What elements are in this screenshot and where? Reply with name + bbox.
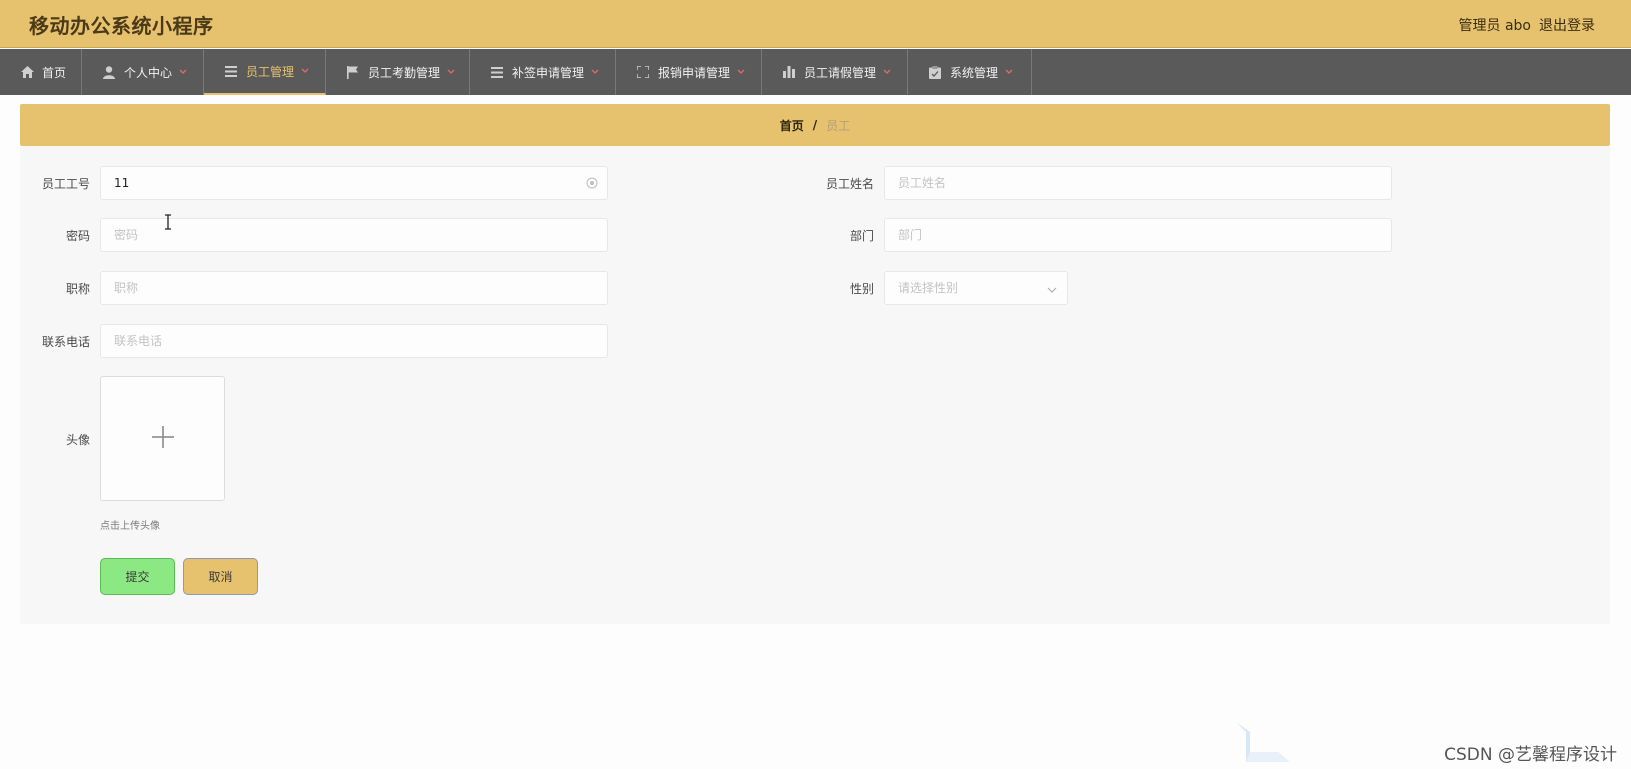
title-input[interactable] [114,272,607,304]
user-icon [102,65,116,79]
clipboard-icon [928,65,942,79]
employee-no-label: 员工工号 [41,177,90,191]
gender-select[interactable] [884,271,1068,305]
chevron-down-icon [1046,284,1058,294]
nav-item-attendance-management[interactable]: 员工考勤管理 [326,49,470,95]
chevron-down-icon [178,67,188,77]
breadcrumb-separator: / [812,118,818,132]
avatar-upload-hint: 点击上传头像 [100,521,160,532]
chevron-down-icon [736,67,746,77]
phone-input[interactable] [114,325,607,357]
nav-label: 系统管理 [950,65,999,80]
app-title: 移动办公系统小程序 [29,14,214,38]
nav-label: 补签申请管理 [512,65,585,80]
nav-label: 个人中心 [124,65,173,80]
employee-name-label: 员工姓名 [825,177,874,191]
breadcrumb: 首页 / 员工 [20,104,1610,146]
nav-item-home[interactable]: 首页 [0,49,82,95]
phone-label: 联系电话 [41,335,90,349]
header-bar: 移动办公系统小程序 管理员 abo 退出登录 [0,0,1631,48]
phone-field[interactable] [100,324,608,358]
watermark-logo-icon [1232,722,1292,766]
breadcrumb-home[interactable]: 首页 [780,117,804,134]
employee-name-field[interactable] [884,166,1392,200]
department-label: 部门 [849,229,874,243]
watermark-text: CSDN @艺馨程序设计 [1444,745,1617,765]
employee-name-input[interactable] [898,167,1391,199]
title-label: 职称 [65,282,90,296]
password-field[interactable] [100,218,608,252]
title-field[interactable] [100,271,608,305]
home-icon [20,65,34,79]
nav-label: 首页 [42,65,67,80]
nav-item-leave-management[interactable]: 员工请假管理 [762,49,908,95]
nav-label: 报销申请管理 [658,65,731,80]
nav-item-employee-management[interactable]: 员工管理 [204,49,326,95]
clear-icon[interactable] [586,177,598,189]
list-icon [490,65,504,79]
chevron-down-icon [446,67,456,77]
current-user: 管理员 abo [1458,18,1531,34]
app-root: 移动办公系统小程序 管理员 abo 退出登录 首页 个人中心 员工管理 员工考勤… [0,0,1631,769]
cancel-button[interactable]: 取消 [183,558,258,595]
password-input[interactable] [114,219,607,251]
chevron-down-icon [590,67,600,77]
nav-item-personal-center[interactable]: 个人中心 [82,49,204,95]
employee-no-field[interactable] [100,166,608,200]
nav-label: 员工管理 [246,64,295,79]
nav-item-system-management[interactable]: 系统管理 [908,49,1032,95]
fullscreen-icon [636,65,650,79]
password-label: 密码 [65,229,90,243]
nav-item-reimbursement-management[interactable]: 报销申请管理 [616,49,762,95]
logout-link[interactable]: 退出登录 [1539,15,1595,35]
bar-chart-icon [782,65,796,79]
nav-item-resign-request-management[interactable]: 补签申请管理 [470,49,616,95]
mouse-ibeam-cursor-icon [163,214,173,230]
chevron-down-icon [882,67,892,77]
main-nav: 首页 个人中心 员工管理 员工考勤管理 补签申请管理 报销申请管理 员工请假管理… [0,49,1631,95]
breadcrumb-current: 员工 [826,118,851,133]
nav-label: 员工请假管理 [804,65,877,80]
nav-label: 员工考勤管理 [368,65,441,80]
list-icon [224,64,238,78]
gender-select-input[interactable] [898,272,1067,304]
department-input[interactable] [898,219,1391,251]
chevron-down-icon [1004,67,1014,77]
avatar-label: 头像 [65,433,90,447]
avatar-upload-box[interactable] [100,376,225,501]
employee-no-input[interactable] [114,167,607,199]
chevron-down-icon [300,66,310,76]
gender-label: 性别 [849,282,874,296]
flag-icon [346,65,360,79]
submit-button[interactable]: 提交 [100,558,175,595]
department-field[interactable] [884,218,1392,252]
plus-icon [151,425,174,452]
